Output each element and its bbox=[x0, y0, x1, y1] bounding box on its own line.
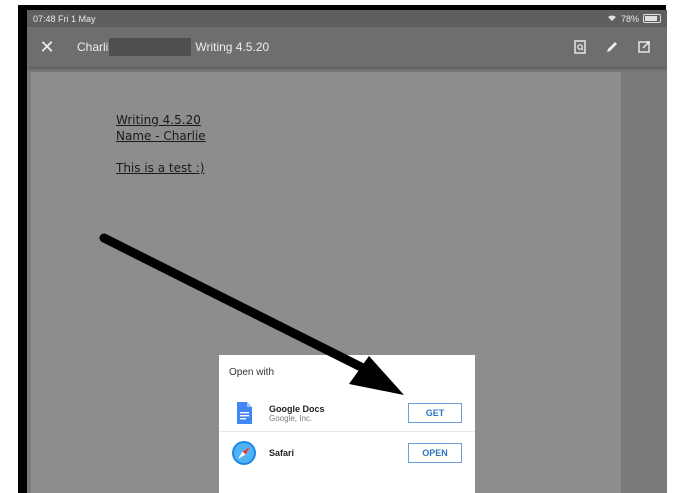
redaction-box bbox=[109, 38, 192, 56]
edit-pencil-icon[interactable] bbox=[605, 40, 619, 54]
get-button[interactable]: GET bbox=[408, 403, 462, 423]
status-date: Fri 1 May bbox=[58, 13, 96, 24]
safari-compass-icon bbox=[232, 441, 256, 465]
app-row-safari[interactable]: Safari OPEN bbox=[219, 435, 475, 471]
status-right: 78% bbox=[607, 14, 661, 24]
google-docs-icon bbox=[237, 402, 252, 424]
document-title: Charli Writing 4.5.20 bbox=[77, 38, 269, 56]
doc-line-title: Writing 4.5.20 bbox=[116, 113, 201, 127]
wifi-icon bbox=[607, 14, 617, 24]
device-screen: 07:48 Fri 1 May 78% ✕ Charli Writing 4.5… bbox=[27, 10, 667, 493]
find-in-document-icon[interactable] bbox=[573, 40, 587, 54]
app-name: Safari bbox=[269, 448, 295, 458]
app-text-google-docs: Google Docs Google, Inc. bbox=[269, 404, 325, 423]
app-text-safari: Safari bbox=[269, 448, 294, 458]
status-time: 07:48 bbox=[33, 13, 56, 24]
status-bar: 07:48 Fri 1 May 78% bbox=[27, 10, 667, 27]
battery-icon bbox=[643, 14, 661, 23]
document-toolbar: ✕ Charli Writing 4.5.20 bbox=[27, 27, 667, 67]
title-prefix: Charli bbox=[77, 40, 109, 54]
app-publisher: Google, Inc. bbox=[269, 413, 313, 423]
battery-percent: 78% bbox=[620, 13, 639, 24]
doc-line-name: Name - Charlie bbox=[116, 129, 206, 143]
title-suffix: Writing 4.5.20 bbox=[195, 40, 270, 54]
open-with-sheet: Open with Google Docs Google, Inc. GET S… bbox=[219, 355, 475, 493]
open-with-title: Open with bbox=[229, 367, 275, 378]
app-row-google-docs[interactable]: Google Docs Google, Inc. GET bbox=[219, 395, 475, 432]
app-name: Google Docs bbox=[269, 403, 325, 414]
toolbar-actions bbox=[573, 40, 651, 54]
doc-line-body: This is a test :) bbox=[116, 161, 205, 175]
open-button[interactable]: OPEN bbox=[408, 443, 462, 463]
status-left: 07:48 Fri 1 May bbox=[33, 14, 96, 24]
close-icon[interactable]: ✕ bbox=[27, 37, 67, 58]
document-body: Writing 4.5.20 Name - Charlie This is a … bbox=[116, 112, 206, 176]
open-external-icon[interactable] bbox=[637, 40, 651, 54]
